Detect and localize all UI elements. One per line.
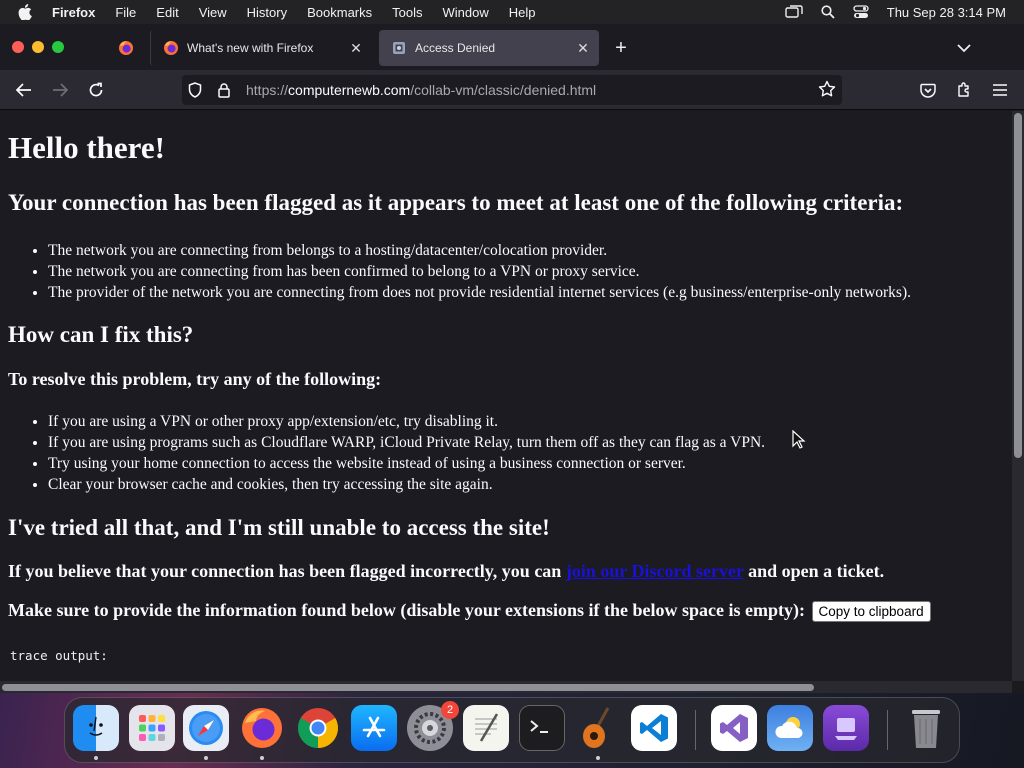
firefox-icon[interactable] (239, 705, 285, 751)
mouse-cursor-icon (792, 430, 806, 449)
navigation-toolbar: https://computernewb.com/collab-vm/class… (0, 70, 1024, 110)
garageband-guitar-icon[interactable] (575, 705, 621, 751)
page-content: Hello there! Your connection has been fl… (0, 111, 1012, 681)
incorrect-flag-suffix: and open a ticket. (743, 561, 885, 581)
list-item: If you are using programs such as Cloudf… (48, 432, 765, 453)
list-item: Try using your home connection to access… (48, 453, 765, 474)
close-tab-icon[interactable]: ✕ (573, 38, 593, 58)
criteria-list: The network you are connecting from belo… (48, 240, 911, 303)
menu-file[interactable]: File (115, 5, 136, 20)
pinned-tab-firefox[interactable] (108, 34, 144, 62)
control-center-icon[interactable] (853, 5, 869, 19)
provide-info-text: Make sure to provide the information fou… (8, 600, 810, 620)
dock-running-indicator (596, 756, 600, 760)
page-title: Hello there! (8, 130, 165, 165)
url-host: computernewb.com (288, 82, 411, 98)
dock-running-indicator (94, 756, 98, 760)
resolve-heading: To resolve this problem, try any of the … (8, 369, 382, 389)
tracking-protection-shield-icon[interactable] (188, 82, 206, 98)
list-item: Clear your browser cache and cookies, th… (48, 474, 765, 495)
dock-running-indicator (204, 756, 208, 760)
tried-heading: I've tried all that, and I'm still unabl… (8, 515, 550, 540)
vertical-scrollbar-thumb[interactable] (1014, 113, 1022, 458)
menu-view[interactable]: View (199, 5, 227, 20)
menu-edit[interactable]: Edit (156, 5, 178, 20)
tab-title: Access Denied (415, 41, 496, 55)
provide-info-paragraph: Make sure to provide the information fou… (8, 600, 931, 623)
menu-help[interactable]: Help (509, 5, 536, 20)
tab-whats-new[interactable]: What's new with Firefox ✕ (150, 30, 372, 66)
dock: 2 (64, 697, 960, 763)
notification-badge: 2 (441, 701, 459, 719)
minimize-window-button[interactable] (32, 41, 44, 53)
firefox-icon (119, 41, 133, 55)
visual-studio-icon[interactable] (711, 705, 757, 751)
visual-studio-code-icon[interactable] (631, 705, 677, 751)
url-text[interactable]: https://computernewb.com/collab-vm/class… (246, 82, 596, 98)
weather-icon[interactable] (767, 705, 813, 751)
menu-tools[interactable]: Tools (392, 5, 422, 20)
launchpad-icon[interactable] (129, 705, 175, 751)
horizontal-scrollbar[interactable] (0, 681, 1012, 693)
discord-server-link[interactable]: join our Discord server (566, 561, 744, 581)
new-tab-plus-icon[interactable]: + (608, 35, 634, 61)
firefox-icon (163, 40, 179, 56)
close-tab-icon[interactable]: ✕ (346, 38, 366, 58)
safari-icon[interactable] (183, 705, 229, 751)
tab-strip: What's new with Firefox ✕ Access Denied … (0, 24, 1024, 70)
menu-bookmarks[interactable]: Bookmarks (307, 5, 372, 20)
list-item: The network you are connecting from belo… (48, 240, 911, 261)
trash-icon[interactable] (903, 705, 949, 751)
list-item: The network you are connecting from has … (48, 261, 911, 282)
menu-app-name[interactable]: Firefox (52, 5, 95, 20)
reload-icon[interactable] (84, 78, 108, 102)
app-store-icon[interactable] (351, 705, 397, 751)
simulator-icon[interactable] (823, 705, 869, 751)
dock-separator (695, 710, 696, 750)
incorrect-flag-paragraph: If you believe that your connection has … (8, 561, 884, 582)
spotlight-search-icon[interactable] (821, 5, 835, 19)
chrome-icon[interactable] (295, 705, 341, 751)
site-favicon-icon (391, 40, 407, 56)
extensions-puzzle-icon[interactable] (952, 78, 976, 102)
tab-title: What's new with Firefox (187, 41, 314, 55)
flagged-heading: Your connection has been flagged as it a… (8, 190, 904, 215)
pocket-icon[interactable] (916, 78, 940, 102)
textedit-icon[interactable] (463, 705, 509, 751)
fix-heading: How can I fix this? (8, 322, 194, 347)
zoom-window-button[interactable] (52, 41, 64, 53)
screen-mirroring-icon[interactable] (785, 5, 803, 19)
list-item: If you are using a VPN or other proxy ap… (48, 411, 765, 432)
terminal-icon[interactable] (519, 705, 565, 751)
lock-icon[interactable] (218, 82, 234, 98)
horizontal-scrollbar-thumb[interactable] (2, 684, 814, 691)
list-all-tabs-chevron-down-icon[interactable] (952, 36, 976, 60)
bookmark-star-icon[interactable] (818, 80, 836, 101)
vertical-scrollbar[interactable] (1012, 111, 1024, 681)
close-window-button[interactable] (12, 41, 24, 53)
dock-separator (887, 710, 888, 750)
address-bar[interactable]: https://computernewb.com/collab-vm/class… (182, 75, 842, 105)
forward-arrow-icon[interactable] (48, 78, 72, 102)
menubar-clock[interactable]: Thu Sep 28 3:14 PM (887, 5, 1006, 20)
fixes-list: If you are using a VPN or other proxy ap… (48, 411, 765, 495)
url-path: /collab-vm/classic/denied.html (410, 82, 597, 98)
copy-to-clipboard-button[interactable]: Copy to clipboard (811, 601, 931, 623)
finder-icon[interactable] (73, 705, 119, 751)
menu-history[interactable]: History (247, 5, 287, 20)
macos-menu-bar: Firefox File Edit View History Bookmarks… (0, 0, 1024, 24)
apple-menu-icon[interactable] (18, 4, 36, 20)
hamburger-menu-icon[interactable] (988, 78, 1012, 102)
list-item: The provider of the network you are conn… (48, 282, 911, 303)
tab-access-denied[interactable]: Access Denied ✕ (379, 30, 599, 66)
window-controls (12, 41, 64, 53)
incorrect-flag-prefix: If you believe that your connection has … (8, 561, 566, 581)
menu-window[interactable]: Window (443, 5, 489, 20)
back-arrow-icon[interactable] (12, 78, 36, 102)
dock-running-indicator (260, 756, 264, 760)
trace-output-label: trace output: (10, 648, 108, 663)
url-scheme: https:// (246, 82, 289, 98)
